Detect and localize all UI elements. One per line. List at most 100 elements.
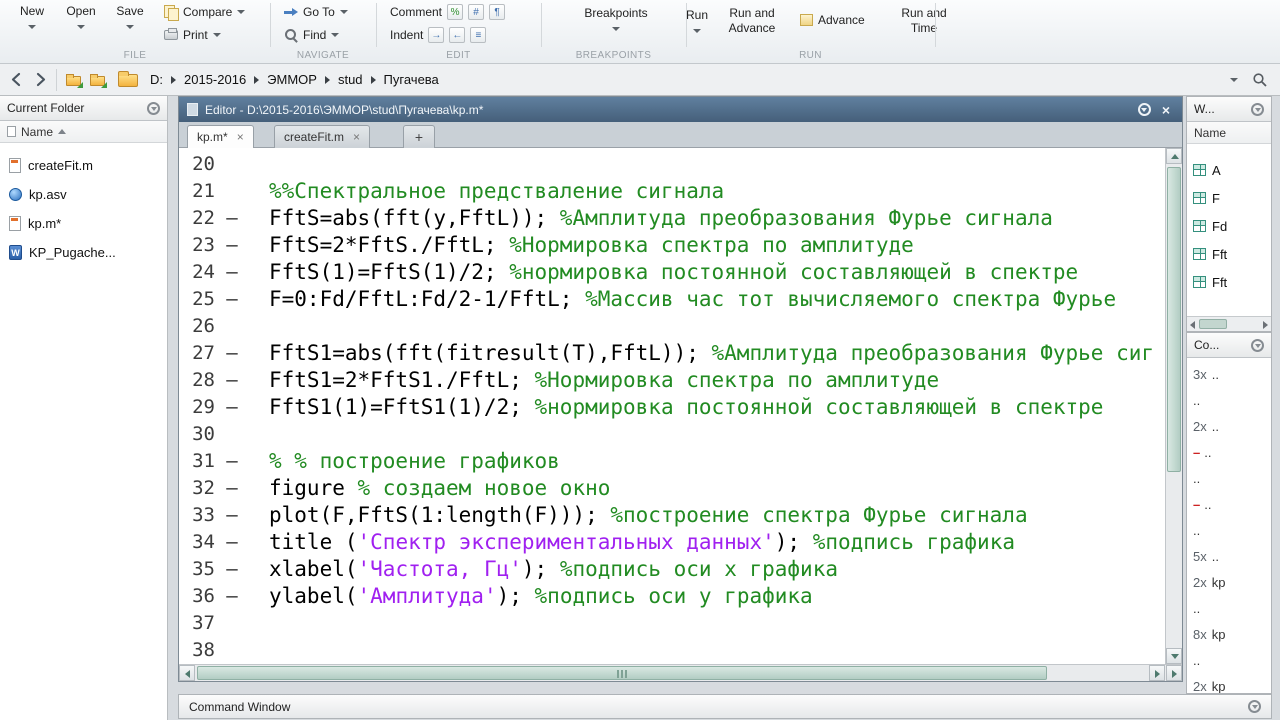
editor-title-bar[interactable]: Editor - D:\2015-2016\ЭММОР\stud\Пугачев… <box>179 97 1182 122</box>
scroll-up-icon[interactable] <box>1166 148 1182 164</box>
horizontal-scrollbar-thumb[interactable] <box>197 666 1047 680</box>
scroll-left-icon[interactable] <box>1190 321 1195 329</box>
wrap-comment-icon[interactable]: ¶ <box>489 4 506 20</box>
command-history-row[interactable]: .. <box>1187 387 1271 413</box>
panel-actions-icon[interactable] <box>1251 102 1264 116</box>
editor-actions-icon[interactable] <box>1137 103 1151 116</box>
workspace-variable-row[interactable]: Fft <box>1187 268 1271 296</box>
code-line[interactable]: 23– FftS=2*FftS./FftL; %Нормировка спектр… <box>179 231 1165 258</box>
workspace-variable-row[interactable]: F <box>1187 184 1271 212</box>
workspace-variable-row[interactable]: Fd <box>1187 212 1271 240</box>
workspace-header[interactable]: W... <box>1187 97 1271 122</box>
command-history-row[interactable]: 2x.. <box>1187 413 1271 439</box>
breadcrumb-item[interactable]: Пугачева <box>384 72 439 87</box>
go-to-button[interactable]: Go To <box>284 5 348 19</box>
editor-tab[interactable]: kp.m* × <box>187 125 254 148</box>
code-line[interactable]: 37 <box>179 609 1165 636</box>
code-line[interactable]: 27– FftS1=abs(fft(fitresult(T),FftL)); %А… <box>179 339 1165 366</box>
code-line[interactable]: 36– ylabel('Амплитуда'); %подпись оси y г… <box>179 582 1165 609</box>
file-row[interactable]: kp.asv <box>0 180 167 209</box>
scroll-left-icon[interactable] <box>179 665 195 681</box>
command-history-row[interactable]: 2x kp <box>1187 673 1271 694</box>
command-window-bar[interactable]: Command Window <box>178 694 1272 719</box>
tab-close-icon[interactable]: × <box>353 131 360 143</box>
code-line[interactable]: 33– plot(F,FftS(1:length(F))); %построени… <box>179 501 1165 528</box>
vertical-scrollbar-thumb[interactable] <box>1167 167 1181 472</box>
workspace-name-column-header[interactable]: Name <box>1187 122 1271 144</box>
code-line[interactable]: 29– FftS1(1)=FftS1(1)/2; %нормировка пост… <box>179 393 1165 420</box>
file-row[interactable]: KP_Pugache... <box>0 238 167 267</box>
chevron-down-icon[interactable] <box>339 10 348 14</box>
chevron-down-icon[interactable] <box>28 25 36 29</box>
tab-close-icon[interactable]: × <box>237 131 244 143</box>
code-line[interactable]: 32– figure % создаем новое окно <box>179 474 1165 501</box>
find-button[interactable]: Find <box>284 28 340 42</box>
command-history-row[interactable]: .. <box>1187 517 1271 543</box>
indent-left-icon[interactable]: ← <box>449 27 466 43</box>
code-line[interactable]: 35– xlabel('Частота, Гц'); %подпись оси x… <box>179 555 1165 582</box>
code-line[interactable]: 21 %%Спектральное предстваление сигнала <box>179 177 1165 204</box>
scroll-right-icon[interactable] <box>1149 665 1165 681</box>
command-history-row[interactable]: .. <box>1187 595 1271 621</box>
command-history-row[interactable]: 8x kp <box>1187 621 1271 647</box>
code-line[interactable]: 30 <box>179 420 1165 447</box>
name-column-header[interactable]: Name <box>0 121 167 143</box>
panel-actions-icon[interactable] <box>147 101 160 115</box>
code-line[interactable]: 22– FftS=abs(fft(y,FftL)); %Амплитуда пре… <box>179 204 1165 231</box>
chevron-down-icon[interactable] <box>237 10 246 14</box>
editor-horizontal-scrollbar[interactable] <box>179 664 1182 681</box>
workspace-variable-row[interactable]: A <box>1187 156 1271 184</box>
code-line[interactable]: 20 <box>179 150 1165 177</box>
scroll-right-icon[interactable] <box>1263 321 1268 329</box>
chevron-down-icon[interactable] <box>693 29 701 33</box>
back-icon[interactable] <box>8 71 25 91</box>
code-line[interactable]: 24– FftS(1)=FftS(1)/2; %нормировка постоя… <box>179 258 1165 285</box>
code-line[interactable]: 34– title ('Спектр экспериментальных данн… <box>179 528 1165 555</box>
print-button[interactable]: Print <box>164 28 221 42</box>
file-row[interactable]: createFit.m <box>0 151 167 180</box>
command-history-row[interactable]: .. <box>1187 647 1271 673</box>
code-line[interactable]: 38 <box>179 636 1165 663</box>
search-icon[interactable] <box>1252 72 1268 91</box>
code-line[interactable]: 31– % % построение графиков <box>179 447 1165 474</box>
advance-button[interactable]: Advance <box>800 13 865 27</box>
command-history-row[interactable]: –.. <box>1187 439 1271 465</box>
run-and-time-button[interactable]: Run and Time <box>896 6 952 36</box>
indent-right-icon[interactable]: → <box>428 27 445 43</box>
chevron-down-icon[interactable] <box>612 27 620 31</box>
scroll-right-icon[interactable] <box>1166 665 1182 681</box>
new-folder-icon[interactable] <box>90 74 107 88</box>
breakpoints-button[interactable]: Breakpoints <box>570 6 662 31</box>
breadcrumb-item[interactable]: 2015-2016 <box>184 72 246 87</box>
workspace-variable-row[interactable]: Fft <box>1187 240 1271 268</box>
chevron-down-icon[interactable] <box>212 33 221 37</box>
scroll-down-icon[interactable] <box>1166 648 1182 664</box>
chevron-down-icon[interactable] <box>126 25 134 29</box>
command-history-row[interactable]: –.. <box>1187 491 1271 517</box>
command-history-row[interactable]: 5x.. <box>1187 543 1271 569</box>
editor-tab[interactable]: createFit.m × <box>274 125 371 148</box>
breadcrumb-item[interactable]: stud <box>338 72 363 87</box>
command-history-row[interactable]: 3x.. <box>1187 361 1271 387</box>
panel-actions-icon[interactable] <box>1248 700 1261 713</box>
comment-icon[interactable]: % <box>447 4 464 20</box>
scrollbar-thumb[interactable] <box>1199 319 1227 329</box>
forward-icon[interactable] <box>32 71 49 91</box>
code-line[interactable]: 28– FftS1=2*FftS1./FftL; %Нормировка спек… <box>179 366 1165 393</box>
breadcrumb-item[interactable]: D: <box>150 72 163 87</box>
new-tab-button[interactable]: + <box>403 125 435 148</box>
file-row[interactable]: kp.m* <box>0 209 167 238</box>
editor-vertical-scrollbar[interactable] <box>1165 148 1182 664</box>
code-line[interactable]: 26 <box>179 312 1165 339</box>
workspace-horizontal-scrollbar[interactable] <box>1187 316 1271 331</box>
path-dropdown-icon[interactable] <box>1230 78 1238 82</box>
command-history-row[interactable]: 2x kp <box>1187 569 1271 595</box>
uncomment-icon[interactable]: # <box>468 4 485 20</box>
editor-close-icon[interactable]: × <box>1158 103 1174 117</box>
smart-indent-icon[interactable]: ≡ <box>470 27 487 43</box>
command-history-header[interactable]: Co... <box>1187 333 1271 358</box>
panel-actions-icon[interactable] <box>1251 338 1264 352</box>
command-history-row[interactable]: .. <box>1187 465 1271 491</box>
run-and-advance-button[interactable]: Run and Advance <box>722 6 782 36</box>
current-folder-header[interactable]: Current Folder <box>0 96 167 121</box>
